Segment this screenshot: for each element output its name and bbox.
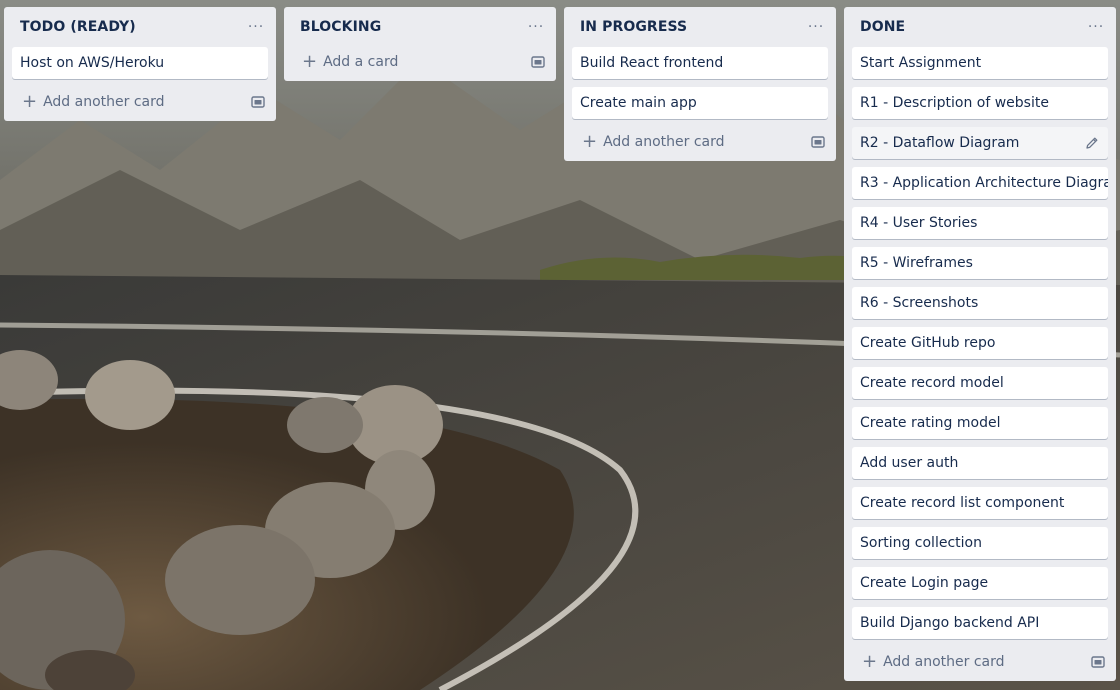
add-card-label[interactable]: Add another card	[883, 654, 1004, 670]
add-card-label[interactable]: Add another card	[603, 134, 724, 150]
card[interactable]: Build React frontend	[572, 47, 828, 79]
board-lists: TODO (READY) ··· Host on AWS/Heroku + Ad…	[0, 0, 1120, 690]
card-template-icon[interactable]	[250, 94, 266, 110]
plus-icon[interactable]: +	[582, 133, 597, 151]
list-title[interactable]: BLOCKING	[300, 19, 381, 35]
card[interactable]: Build Django backend API	[852, 607, 1108, 639]
add-card-composer[interactable]: + Add a card	[284, 43, 556, 81]
plus-icon[interactable]: +	[22, 93, 37, 111]
card[interactable]: Create GitHub repo	[852, 327, 1108, 359]
card-template-icon[interactable]	[810, 134, 826, 150]
card[interactable]: R4 - User Stories	[852, 207, 1108, 239]
card[interactable]: Create record model	[852, 367, 1108, 399]
list-done: DONE ··· Start Assignment R1 - Descripti…	[844, 7, 1116, 681]
card-template-icon[interactable]	[530, 54, 546, 70]
card[interactable]: R2 - Dataflow Diagram	[852, 127, 1108, 159]
card[interactable]: R6 - Screenshots	[852, 287, 1108, 319]
list-todo-ready: TODO (READY) ··· Host on AWS/Heroku + Ad…	[4, 7, 276, 121]
ellipsis-icon[interactable]: ···	[524, 15, 548, 39]
plus-icon[interactable]: +	[302, 53, 317, 71]
card[interactable]: Create record list component	[852, 487, 1108, 519]
ellipsis-icon[interactable]: ···	[244, 15, 268, 39]
card-template-icon[interactable]	[1090, 654, 1106, 670]
list-in-progress: IN PROGRESS ··· Build React frontend Cre…	[564, 7, 836, 161]
card[interactable]: Create main app	[572, 87, 828, 119]
card[interactable]: R3 - Application Architecture Diagram	[852, 167, 1108, 199]
card[interactable]: Start Assignment	[852, 47, 1108, 79]
add-card-composer[interactable]: + Add another card	[564, 123, 836, 161]
add-card-composer[interactable]: + Add another card	[844, 643, 1116, 681]
card[interactable]: Create Login page	[852, 567, 1108, 599]
list-header[interactable]: BLOCKING ···	[284, 7, 556, 47]
card[interactable]: R5 - Wireframes	[852, 247, 1108, 279]
list-header[interactable]: IN PROGRESS ···	[564, 7, 836, 47]
add-card-label[interactable]: Add another card	[43, 94, 164, 110]
list-header[interactable]: DONE ···	[844, 7, 1116, 47]
ellipsis-icon[interactable]: ···	[1084, 15, 1108, 39]
list-title[interactable]: IN PROGRESS	[580, 19, 687, 35]
list-header[interactable]: TODO (READY) ···	[4, 7, 276, 47]
pencil-icon[interactable]	[1084, 135, 1100, 151]
card-title: R2 - Dataflow Diagram	[860, 135, 1020, 151]
list-title[interactable]: TODO (READY)	[20, 19, 136, 35]
list-blocking: BLOCKING ··· + Add a card	[284, 7, 556, 81]
card[interactable]: R1 - Description of website	[852, 87, 1108, 119]
list-title[interactable]: DONE	[860, 19, 905, 35]
add-card-composer[interactable]: + Add another card	[4, 83, 276, 121]
card[interactable]: Host on AWS/Heroku	[12, 47, 268, 79]
add-card-label[interactable]: Add a card	[323, 54, 398, 70]
ellipsis-icon[interactable]: ···	[804, 15, 828, 39]
plus-icon[interactable]: +	[862, 653, 877, 671]
card[interactable]: Sorting collection	[852, 527, 1108, 559]
card[interactable]: Create rating model	[852, 407, 1108, 439]
card[interactable]: Add user auth	[852, 447, 1108, 479]
